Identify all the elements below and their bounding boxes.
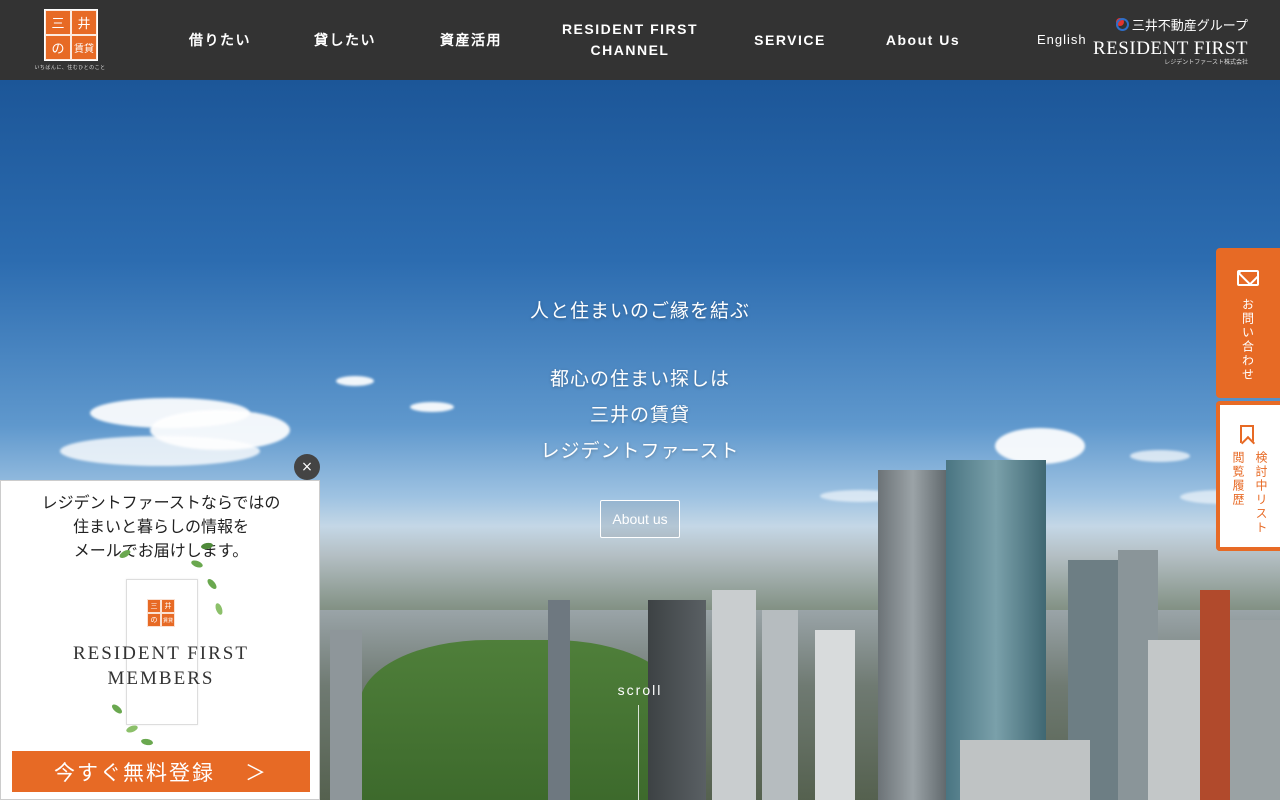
nav-label: SERVICE xyxy=(754,31,826,48)
building-image xyxy=(548,600,570,800)
building-image xyxy=(648,600,706,800)
register-label: 今すぐ無料登録 xyxy=(54,760,215,785)
language-english-link[interactable]: English xyxy=(1037,32,1087,47)
popup-message-line: メールでお届けします。 xyxy=(73,541,249,560)
building-image xyxy=(1200,590,1230,800)
popup-message-line: 住まいと暮らしの情報を xyxy=(72,517,249,536)
nav-channel[interactable]: RESIDENT FIRST CHANNEL xyxy=(555,0,705,80)
hero-line: 三井の賃貸 xyxy=(589,404,690,426)
bookmark-icon xyxy=(1240,425,1254,443)
leaf-icon xyxy=(140,738,154,746)
nav-label: RESIDENT FIRST xyxy=(561,21,699,37)
about-us-button[interactable]: About us xyxy=(600,500,680,538)
logo-char: の xyxy=(45,35,71,60)
hero-line: 都心の住まい探しは xyxy=(549,368,730,390)
building-image xyxy=(1230,620,1280,800)
hero-line: レジデントファースト xyxy=(540,440,740,462)
building-image xyxy=(878,470,948,800)
free-register-button[interactable]: 今すぐ無料登録 ＞ xyxy=(12,751,310,792)
history-label: 閲覧履歴 xyxy=(1231,451,1245,507)
popup-close-button[interactable]: × xyxy=(294,454,320,480)
logo-mark: 三 井 の 賃貸 xyxy=(44,9,98,61)
building-image xyxy=(815,630,855,800)
cloud-image xyxy=(995,428,1085,464)
building-image xyxy=(1148,640,1200,800)
logo-char: 三 xyxy=(45,10,71,35)
logo-char: の xyxy=(147,613,161,627)
brand-group: 三井不動産グループ xyxy=(1115,15,1248,34)
nav-label: 資産活用 xyxy=(440,31,502,48)
members-title: RESIDENT FIRST MEMBERS xyxy=(1,641,321,691)
nav-label: CHANNEL xyxy=(590,42,670,58)
cloud-image xyxy=(336,376,374,386)
logo-char: 井 xyxy=(161,599,175,613)
nav-lend[interactable]: 貸したい xyxy=(297,0,393,80)
scroll-indicator[interactable]: scroll xyxy=(610,682,670,698)
mail-icon xyxy=(1237,270,1259,286)
building-image xyxy=(960,740,1090,800)
chevron-right-icon: ＞ xyxy=(245,760,268,785)
nav-rent[interactable]: 借りたい xyxy=(172,0,268,80)
nav-asset[interactable]: 資産活用 xyxy=(423,0,519,80)
popup-message: レジデントファーストならではの 住まいと暮らしの情報を メールでお届けします。 xyxy=(1,491,321,563)
park-image xyxy=(360,640,680,800)
brand-logo[interactable]: 三井不動産グループ RESIDENT FIRST レジデントファースト株式会社 xyxy=(1093,14,1250,70)
leaf-icon xyxy=(214,602,224,616)
nav-label: About Us xyxy=(885,31,961,48)
members-title-line: RESIDENT FIRST xyxy=(73,643,249,664)
leaf-icon xyxy=(125,724,139,734)
mini-logo-mark: 三 井 の 賃貸 xyxy=(147,599,175,627)
leaf-icon xyxy=(110,702,124,716)
brand-sub: レジデントファースト株式会社 xyxy=(1164,59,1248,66)
nav-label: 借りたい xyxy=(189,31,251,48)
building-image xyxy=(712,590,756,800)
popup-message-line: レジデントファーストならではの xyxy=(41,493,281,512)
favorites-history-tab[interactable]: 検討中リスト 閲覧履歴 xyxy=(1216,401,1280,551)
nav-label: 貸したい xyxy=(314,31,376,48)
site-logo[interactable]: 三 井 の 賃貸 いちばんに、住むひとのこと xyxy=(30,8,110,72)
nav-about-us[interactable]: About Us xyxy=(873,0,973,80)
building-image xyxy=(762,610,798,800)
cloud-image xyxy=(1130,450,1190,462)
logo-tagline: いちばんに、住むひとのこと xyxy=(34,65,106,71)
members-title-line: MEMBERS xyxy=(107,668,215,689)
hero-tagline: 人と住まいのご縁を結ぶ xyxy=(529,300,750,322)
contact-tab[interactable]: お問い合わせ xyxy=(1216,248,1280,398)
logo-char: 三 xyxy=(147,599,161,613)
logo-char: 井 xyxy=(71,10,97,35)
leaf-icon xyxy=(205,577,219,591)
logo-char: 賃貸 xyxy=(161,613,175,627)
cloud-image xyxy=(60,436,260,466)
members-popup: レジデントファーストならではの 住まいと暮らしの情報を メールでお届けします。 … xyxy=(0,480,320,800)
site-header: 三 井 の 賃貸 いちばんに、住むひとのこと 借りたい 貸したい 資産活用 RE… xyxy=(0,0,1280,80)
scroll-line xyxy=(638,705,639,800)
brand-group-label: 三井不動産グループ xyxy=(1131,19,1248,34)
favorites-list-label: 検討中リスト xyxy=(1254,451,1268,535)
mitsui-mark-icon xyxy=(1115,18,1129,31)
nav-service[interactable]: SERVICE xyxy=(740,0,840,80)
logo-char: 賃貸 xyxy=(71,35,97,60)
contact-label: お問い合わせ xyxy=(1240,298,1255,382)
building-image xyxy=(330,630,362,800)
